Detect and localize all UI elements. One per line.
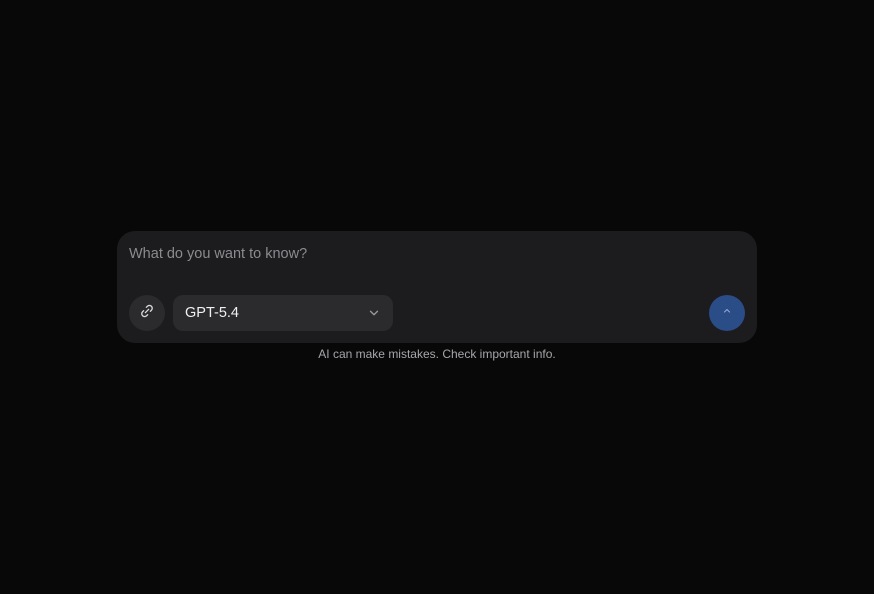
chat-composer: GPT-5.4 [117, 231, 757, 343]
attach-button[interactable] [129, 295, 165, 331]
prompt-input[interactable] [129, 241, 739, 267]
chevron-down-icon [367, 306, 381, 320]
paperclip-icon [139, 303, 155, 324]
disclaimer-text: AI can make mistakes. Check important in… [318, 347, 556, 361]
model-select-value: GPT-5.4 [185, 305, 239, 321]
model-select[interactable]: GPT-5.4 [173, 295, 393, 331]
chevron-up-icon [721, 304, 733, 322]
send-button[interactable] [709, 295, 745, 331]
